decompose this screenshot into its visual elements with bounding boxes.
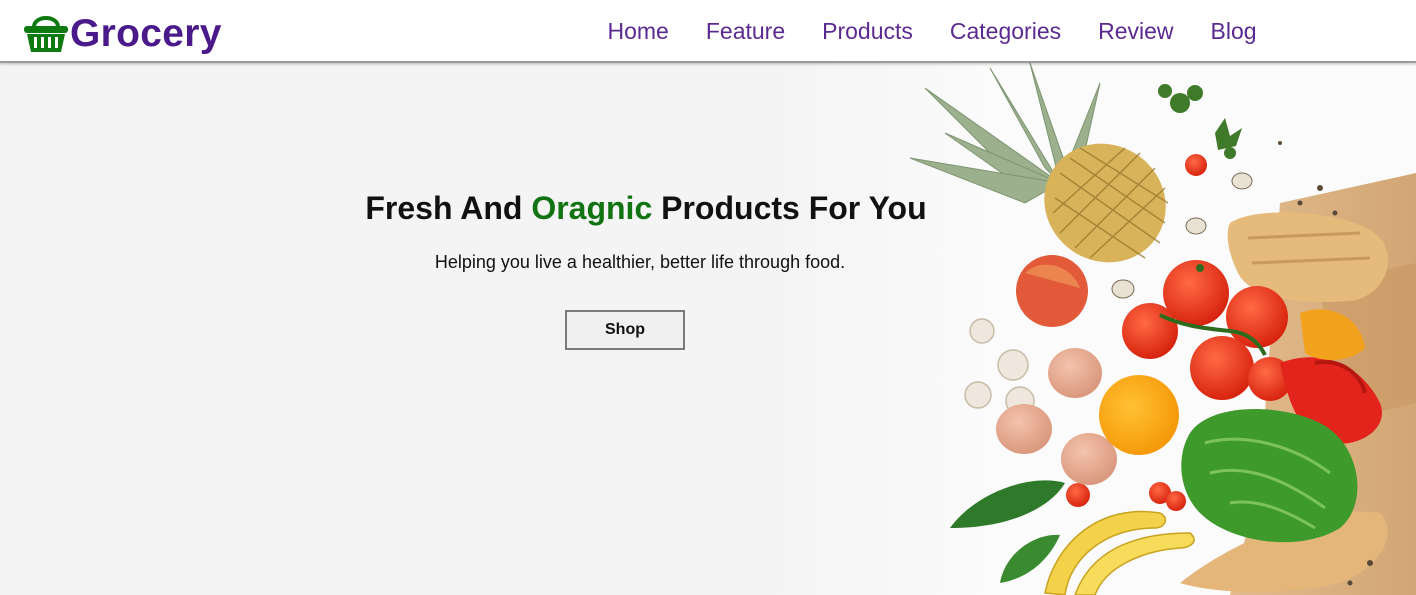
shopping-basket-icon [24,16,68,52]
logo-link[interactable]: Grocery [22,10,222,56]
hero-title-accent: Oragnic [531,190,653,226]
nav-products[interactable]: Products [804,20,932,43]
shop-button[interactable]: Shop [565,310,685,350]
hero-title-part2: Products For You [652,190,927,226]
nav-feature[interactable]: Feature [687,20,803,43]
site-header: Grocery Home Feature Products Categories… [0,0,1416,63]
nav-home[interactable]: Home [589,20,687,43]
fresh-produce-grocery-bag-image [760,63,1416,595]
main-nav: Home Feature Products Categories Review … [589,0,1275,63]
hero-title-part1: Fresh And [365,190,532,226]
hero-subtitle: Helping you live a healthier, better lif… [434,252,846,272]
hero-title: Fresh And Oragnic Products For You [365,190,927,227]
nav-review[interactable]: Review [1080,20,1192,43]
nav-blog[interactable]: Blog [1192,20,1275,43]
hero-section: Fresh And Oragnic Products For You Helpi… [0,63,1416,595]
nav-categories[interactable]: Categories [931,20,1079,43]
logo-text: Grocery [70,11,222,55]
